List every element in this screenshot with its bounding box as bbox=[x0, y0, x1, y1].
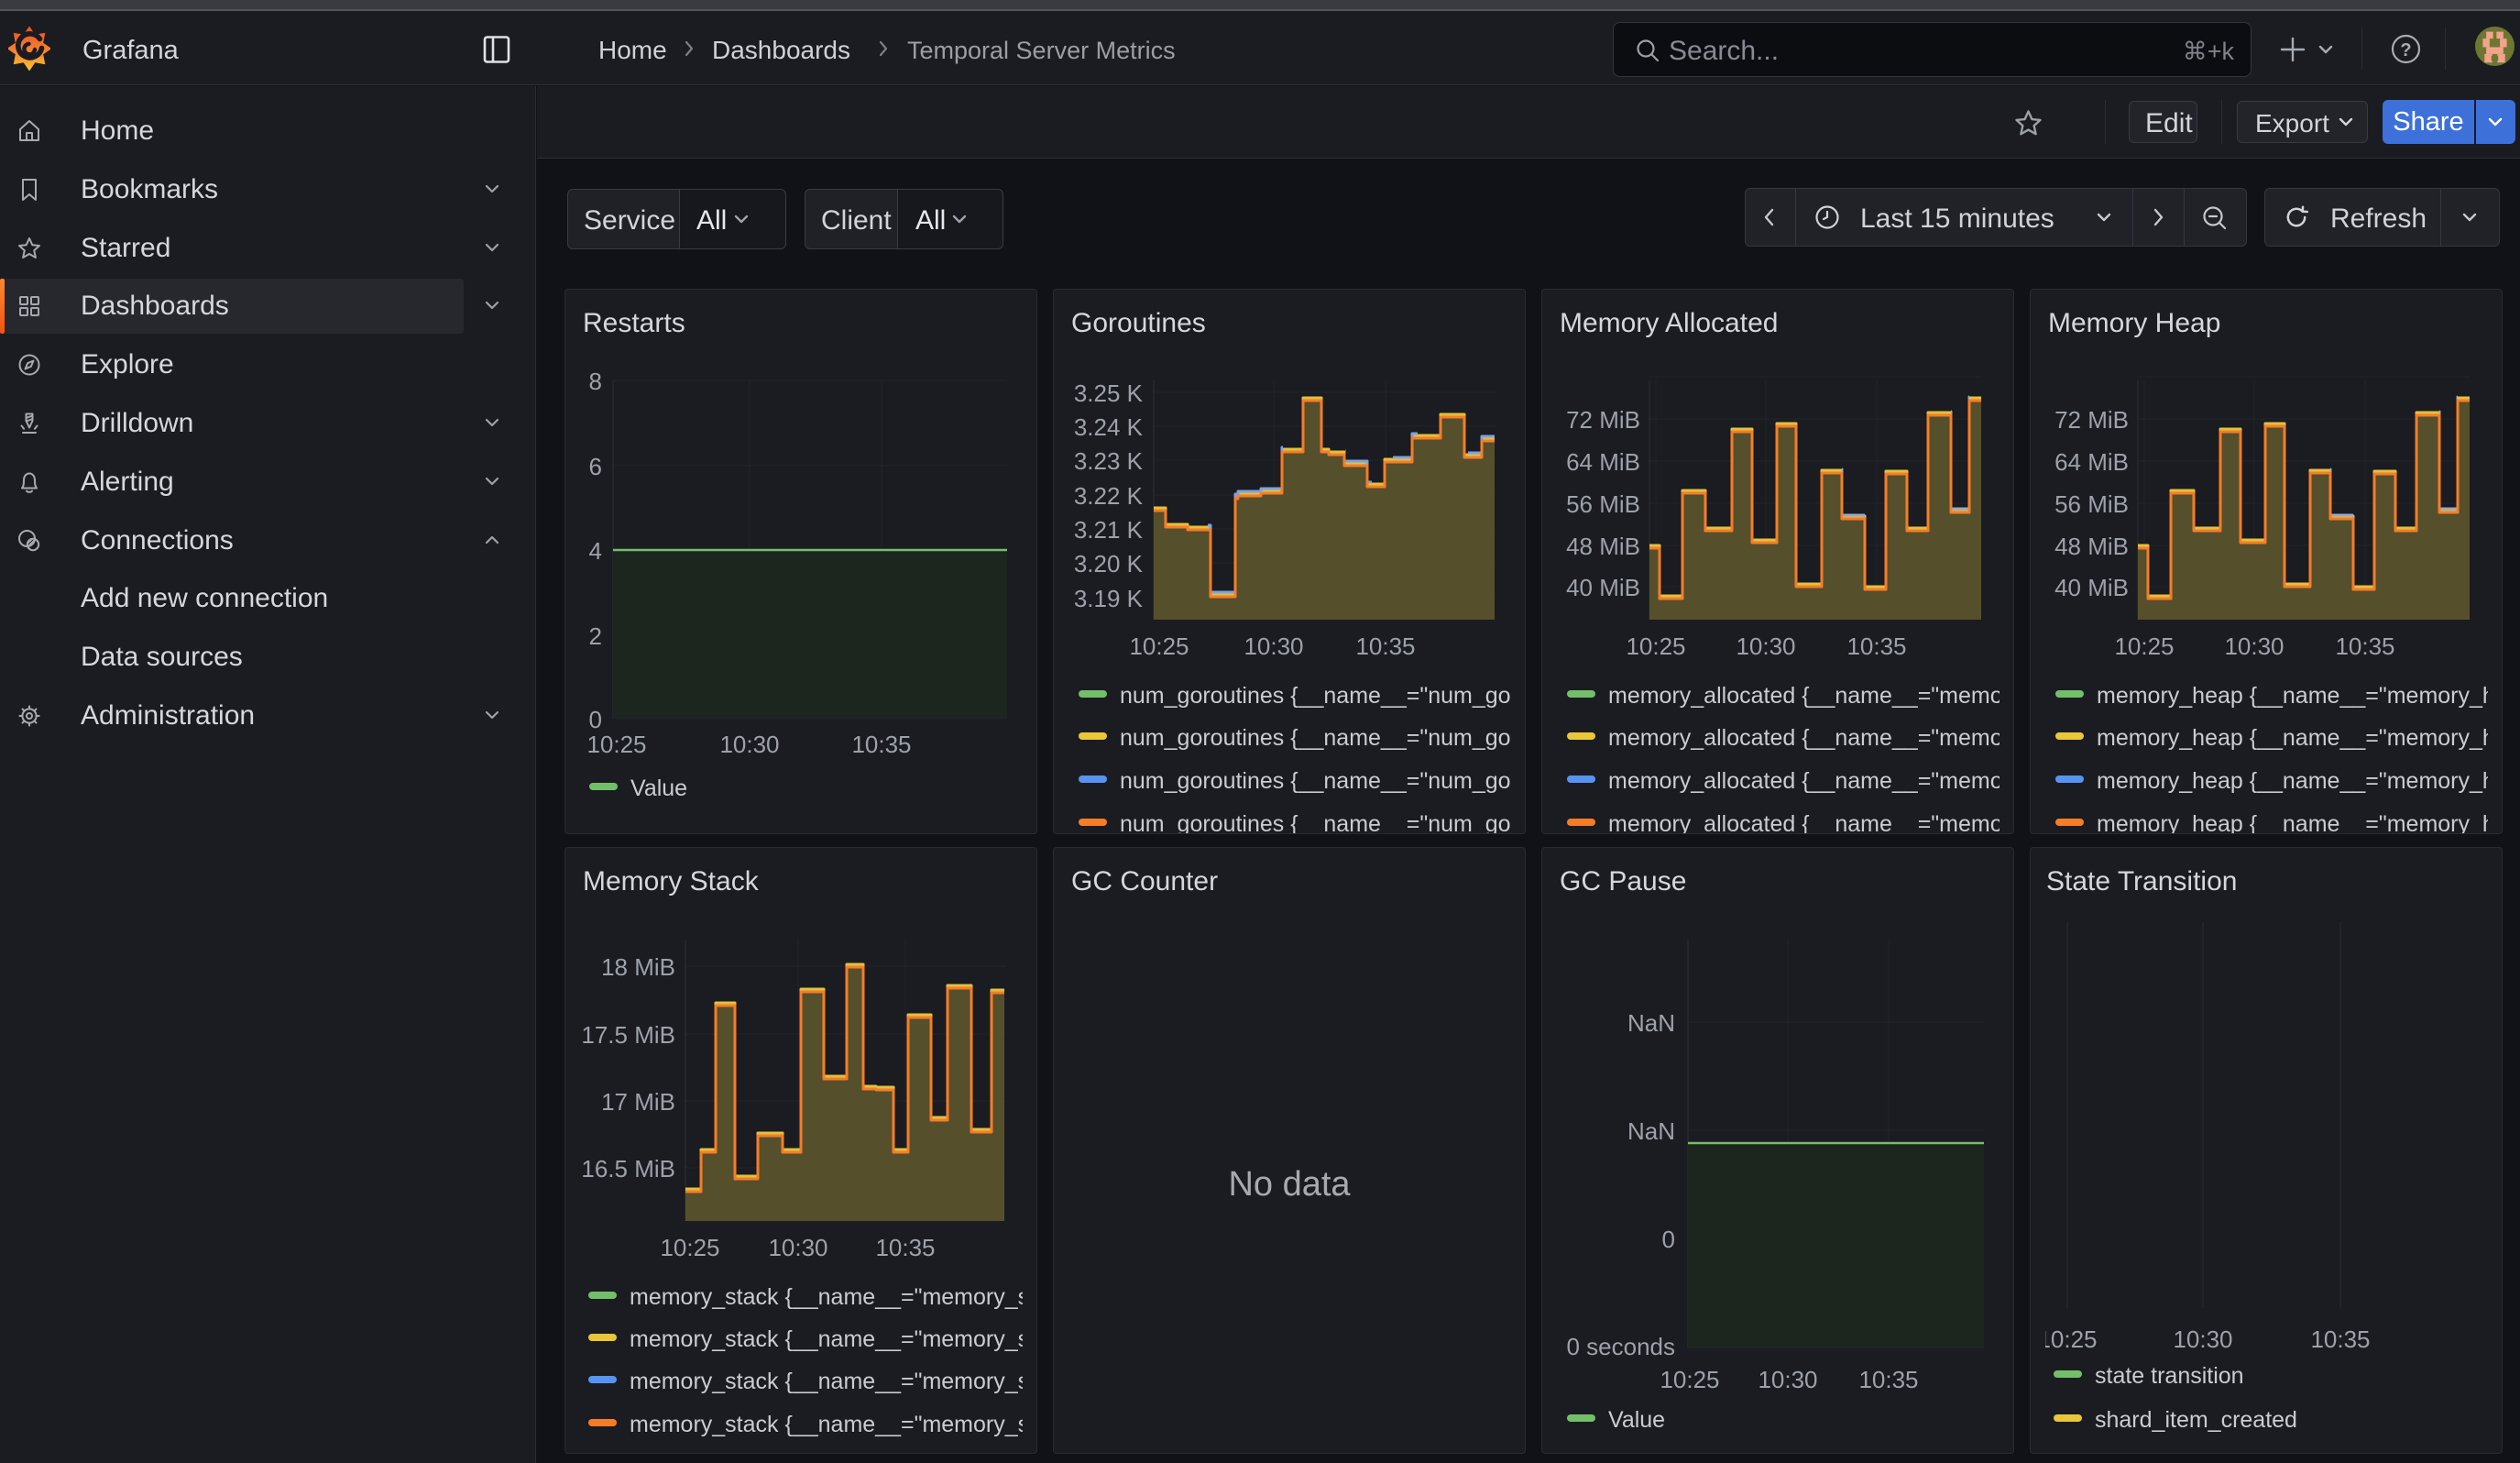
svg-text:3.22 K: 3.22 K bbox=[1074, 482, 1144, 510]
svg-text:48 MiB: 48 MiB bbox=[1566, 533, 1640, 560]
svg-text:10:30: 10:30 bbox=[2173, 1326, 2232, 1353]
svg-text:memory_allocated {__name__="me: memory_allocated {__name__="memo bbox=[1608, 811, 2003, 834]
svg-text:64 MiB: 64 MiB bbox=[1566, 448, 1640, 476]
svg-text:num_goroutines {__name__="num_: num_goroutines {__name__="num_go bbox=[1120, 811, 1511, 834]
svg-text:10:30: 10:30 bbox=[768, 1234, 827, 1261]
svg-text:10:35: 10:35 bbox=[1846, 632, 1906, 660]
svg-text:shard_item_created: shard_item_created bbox=[2095, 1407, 2297, 1433]
svg-text:state transition: state transition bbox=[2095, 1363, 2244, 1389]
svg-text:4: 4 bbox=[589, 537, 602, 565]
svg-text:Value: Value bbox=[630, 776, 687, 801]
svg-text:10:30: 10:30 bbox=[2224, 632, 2284, 660]
svg-text:0: 0 bbox=[589, 706, 602, 733]
svg-text:Restarts: Restarts bbox=[583, 308, 685, 338]
svg-text:2: 2 bbox=[589, 622, 602, 650]
svg-text:8: 8 bbox=[589, 368, 602, 395]
svg-text:6: 6 bbox=[589, 453, 602, 480]
svg-text:0: 0 bbox=[1662, 1226, 1675, 1253]
svg-text:NaN: NaN bbox=[1627, 1009, 1675, 1037]
svg-text:memory_stack {__name__="memory: memory_stack {__name__="memory_s bbox=[630, 1326, 1029, 1352]
svg-text:56 MiB: 56 MiB bbox=[2054, 490, 2129, 518]
svg-text:memory_allocated {__name__="me: memory_allocated {__name__="memo bbox=[1608, 768, 2003, 794]
svg-text:GC Pause: GC Pause bbox=[1560, 866, 1686, 896]
svg-text:memory_stack {__name__="memory: memory_stack {__name__="memory_s bbox=[630, 1369, 1029, 1394]
svg-text:10:25: 10:25 bbox=[660, 1234, 719, 1261]
svg-text:3.21 K: 3.21 K bbox=[1074, 516, 1144, 544]
svg-text:3.23 K: 3.23 K bbox=[1074, 447, 1144, 475]
svg-text:3.19 K: 3.19 K bbox=[1074, 585, 1144, 612]
svg-text:18 MiB: 18 MiB bbox=[601, 953, 675, 981]
svg-text:10:35: 10:35 bbox=[851, 731, 911, 758]
svg-text:memory_heap {__name__="memory_: memory_heap {__name__="memory_h bbox=[2097, 811, 2495, 834]
svg-text:64 MiB: 64 MiB bbox=[2054, 448, 2129, 476]
svg-text:Memory Heap: Memory Heap bbox=[2048, 308, 2220, 338]
svg-text:10:25: 10:25 bbox=[1626, 632, 1685, 660]
svg-text:10:35: 10:35 bbox=[2310, 1326, 2370, 1353]
svg-text:56 MiB: 56 MiB bbox=[1566, 490, 1640, 518]
svg-text:10:30: 10:30 bbox=[719, 731, 779, 758]
svg-text:?: ? bbox=[2400, 40, 2411, 60]
svg-text:num_goroutines {__name__="num_: num_goroutines {__name__="num_go bbox=[1120, 725, 1511, 751]
svg-text:10:30: 10:30 bbox=[1244, 632, 1303, 660]
svg-text:memory_heap {__name__="memory_: memory_heap {__name__="memory_h bbox=[2097, 683, 2495, 709]
svg-text:17.5 MiB: 17.5 MiB bbox=[581, 1021, 675, 1049]
svg-text:16.5 MiB: 16.5 MiB bbox=[581, 1155, 675, 1182]
svg-text:memory_stack {__name__="memory: memory_stack {__name__="memory_s bbox=[630, 1284, 1029, 1310]
svg-text:3.20 K: 3.20 K bbox=[1074, 550, 1144, 578]
svg-text:40 MiB: 40 MiB bbox=[1566, 574, 1640, 601]
svg-text:num_goroutines {__name__="num_: num_goroutines {__name__="num_go bbox=[1120, 768, 1511, 794]
svg-text:10:25: 10:25 bbox=[2114, 632, 2174, 660]
svg-text:No data: No data bbox=[1228, 1165, 1351, 1204]
svg-text:10:35: 10:35 bbox=[875, 1234, 935, 1261]
svg-text:State Transition: State Transition bbox=[2046, 866, 2237, 896]
svg-text:72 MiB: 72 MiB bbox=[1566, 406, 1640, 434]
svg-text:10:25: 10:25 bbox=[1660, 1366, 1719, 1393]
svg-text:memory_allocated {__name__="me: memory_allocated {__name__="memo bbox=[1608, 725, 2003, 751]
svg-text:num_goroutines {__name__="num_: num_goroutines {__name__="num_go bbox=[1120, 683, 1511, 709]
svg-text:10:25: 10:25 bbox=[1129, 632, 1189, 660]
svg-text:10:35: 10:35 bbox=[2335, 632, 2394, 660]
svg-text:0 seconds: 0 seconds bbox=[1566, 1333, 1675, 1360]
svg-text:48 MiB: 48 MiB bbox=[2054, 533, 2129, 560]
svg-text:3.24 K: 3.24 K bbox=[1074, 413, 1144, 441]
svg-text:17 MiB: 17 MiB bbox=[601, 1088, 675, 1116]
svg-text:10:25: 10:25 bbox=[586, 731, 646, 758]
svg-text:Memory Allocated: Memory Allocated bbox=[1560, 308, 1778, 338]
svg-text:memory_stack {__name__="memory: memory_stack {__name__="memory_s bbox=[630, 1412, 1029, 1437]
svg-text:Memory Stack: Memory Stack bbox=[583, 866, 760, 896]
svg-text:GC Counter: GC Counter bbox=[1071, 866, 1218, 896]
svg-text:memory_heap {__name__="memory_: memory_heap {__name__="memory_h bbox=[2097, 768, 2495, 794]
svg-text:Goroutines: Goroutines bbox=[1071, 308, 1206, 338]
svg-text:3.25 K: 3.25 K bbox=[1074, 380, 1144, 407]
svg-text:10:30: 10:30 bbox=[1736, 632, 1795, 660]
svg-text:40 MiB: 40 MiB bbox=[2054, 574, 2129, 601]
svg-text:10:25: 10:25 bbox=[2037, 1326, 2097, 1353]
svg-text:10:35: 10:35 bbox=[1355, 632, 1415, 660]
svg-text:memory_allocated {__name__="me: memory_allocated {__name__="memo bbox=[1608, 683, 2003, 709]
svg-text:memory_heap {__name__="memory_: memory_heap {__name__="memory_h bbox=[2097, 725, 2495, 751]
svg-text:10:30: 10:30 bbox=[1758, 1366, 1817, 1393]
svg-text:72 MiB: 72 MiB bbox=[2054, 406, 2129, 434]
svg-text:Value: Value bbox=[1608, 1407, 1665, 1433]
svg-text:NaN: NaN bbox=[1627, 1117, 1675, 1145]
svg-text:10:35: 10:35 bbox=[1858, 1366, 1918, 1393]
